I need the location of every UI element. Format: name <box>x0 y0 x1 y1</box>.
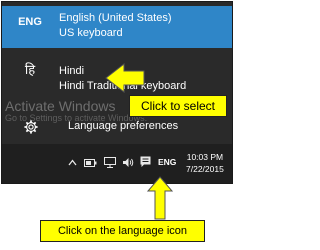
language-name: Hindi <box>59 65 85 77</box>
chevron-up-icon[interactable] <box>68 159 77 166</box>
activate-windows-watermark: Activate Windows <box>5 98 116 114</box>
language-name: English (United States) <box>59 12 172 24</box>
language-preferences-label: Language preferences <box>68 120 179 132</box>
callout-click-to-select: Click to select <box>129 95 227 117</box>
clock-time: 10:03 PM <box>186 152 224 162</box>
gear-icon <box>24 120 38 134</box>
action-center-icon[interactable] <box>140 156 151 168</box>
battery-icon[interactable] <box>84 159 97 167</box>
language-code: हि <box>24 63 36 78</box>
keyboard-name: US keyboard <box>59 27 123 39</box>
taskbar-tray: ENG 10:03 PM 7/22/2015 <box>2 144 232 183</box>
language-item-english[interactable]: ENG English (United States) US keyboard <box>2 6 232 48</box>
language-code: ENG <box>18 16 42 28</box>
clock[interactable]: 10:03 PM 7/22/2015 <box>186 151 224 175</box>
language-indicator-button[interactable]: ENG <box>158 157 176 167</box>
network-icon[interactable] <box>104 157 116 168</box>
clock-date: 7/22/2015 <box>186 164 224 174</box>
volume-icon[interactable] <box>122 157 134 168</box>
arrow-up-annotation-icon <box>147 176 173 220</box>
language-preferences-link[interactable]: Language preferences <box>2 115 232 139</box>
callout-click-language-icon: Click on the language icon <box>40 220 205 242</box>
arrow-left-annotation-icon <box>105 62 145 94</box>
